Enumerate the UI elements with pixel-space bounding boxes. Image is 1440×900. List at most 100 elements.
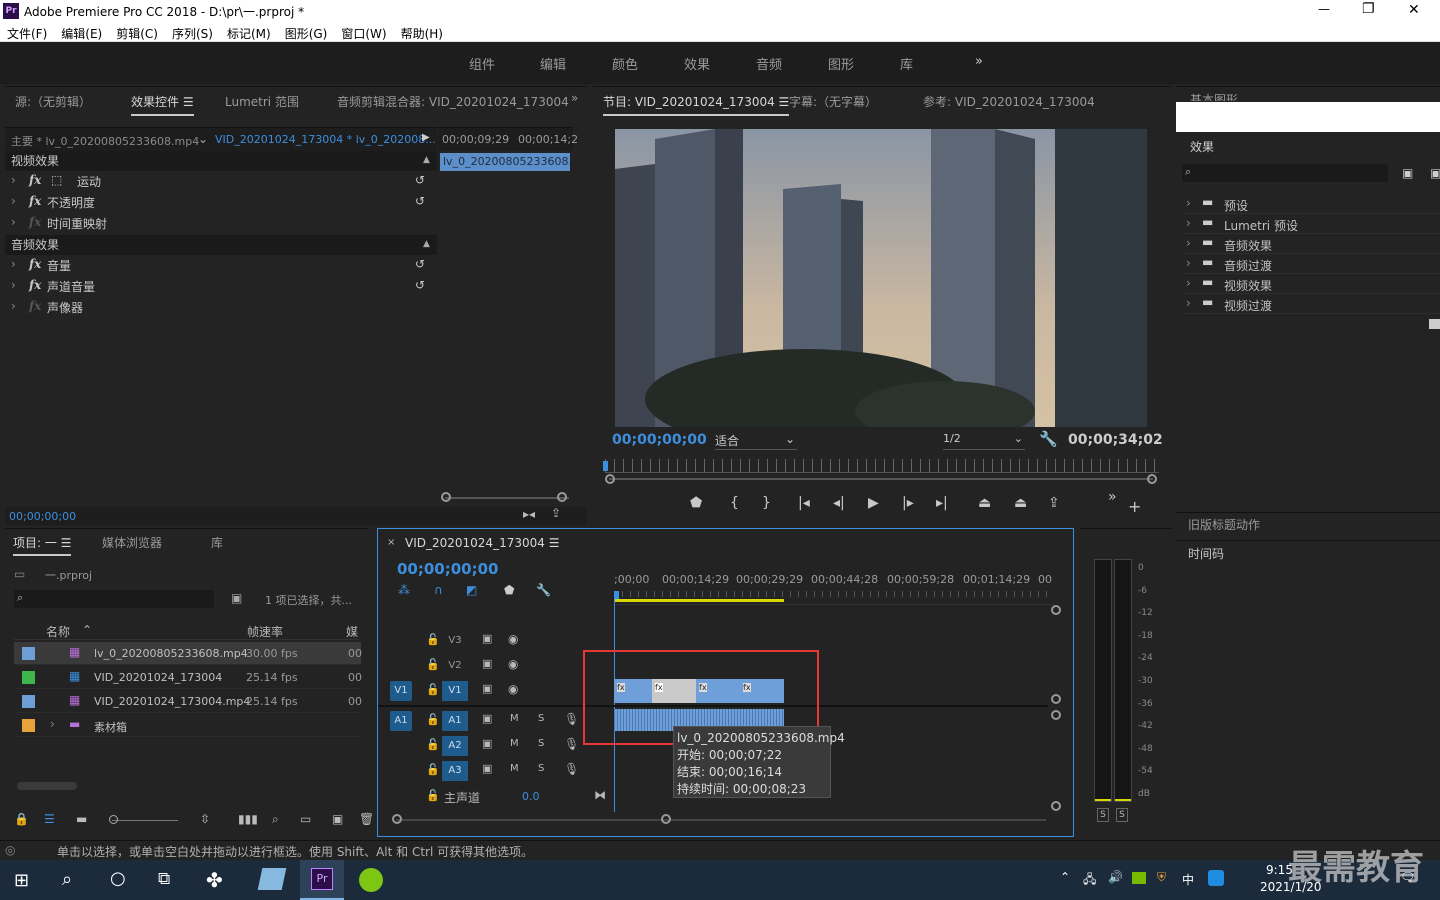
vertical-scroll-handle[interactable] bbox=[1051, 694, 1061, 704]
add-marker-icon[interactable]: ⬟ bbox=[690, 495, 702, 511]
sync-lock-icon[interactable]: ▣ bbox=[482, 712, 492, 725]
source-patch-a1[interactable]: A1 bbox=[390, 711, 412, 731]
eye-icon[interactable]: ◉ bbox=[508, 632, 518, 646]
icon-view-icon[interactable]: ▬ bbox=[76, 812, 87, 826]
collapse-icon[interactable]: ▲ bbox=[423, 239, 430, 249]
effect-volume[interactable]: › fx 音量 ↺ bbox=[5, 257, 437, 278]
find-icon[interactable]: ⌕ bbox=[272, 812, 279, 827]
sync-lock-icon[interactable]: ▣ bbox=[482, 657, 492, 670]
project-row[interactable]: ▦ VID_20201024_173004.mp4 25.14 fps 00 bbox=[14, 690, 362, 713]
qq-icon[interactable] bbox=[1208, 870, 1224, 886]
expand-icon[interactable]: › bbox=[50, 717, 55, 731]
zoom-bar[interactable] bbox=[609, 478, 1153, 480]
lock-icon[interactable]: 🔓 bbox=[426, 713, 440, 726]
ime-indicator[interactable]: 中 bbox=[1182, 871, 1194, 888]
tab-reference[interactable]: 参考: VID_20201024_173004 bbox=[923, 93, 1095, 110]
add-marker-icon[interactable]: ⬟ bbox=[504, 583, 514, 597]
fx-icon[interactable]: fx bbox=[29, 278, 41, 292]
mute-button[interactable]: M bbox=[510, 763, 519, 774]
effects-folder-5[interactable]: › ▬ 视频过渡 bbox=[1182, 294, 1440, 314]
maximize-button[interactable]: ❐ bbox=[1362, 1, 1375, 17]
reset-icon[interactable]: ↺ bbox=[415, 194, 425, 208]
lock-icon[interactable]: 🔓 bbox=[426, 763, 440, 776]
mark-out-icon[interactable]: } bbox=[762, 495, 771, 511]
project-row[interactable]: › ▬ 素材箱 bbox=[14, 714, 361, 737]
effects-search-input[interactable]: ⌕ bbox=[1182, 164, 1388, 182]
menu-file[interactable]: 文件(F) bbox=[7, 25, 47, 42]
effect-motion[interactable]: › fx ⬚ 运动 ↺ bbox=[5, 173, 437, 194]
lock-icon[interactable]: 🔓 bbox=[426, 789, 440, 802]
timeline-timecode[interactable]: 00;00;00;00 bbox=[397, 560, 499, 578]
network-icon[interactable]: 🖧 bbox=[1083, 870, 1096, 891]
zoom-slider[interactable] bbox=[112, 820, 178, 821]
add-button-icon[interactable]: + bbox=[1128, 497, 1141, 516]
reset-icon[interactable]: ↺ bbox=[415, 278, 425, 292]
extract-icon[interactable]: ⏏ bbox=[1014, 495, 1027, 511]
label-color-swatch[interactable] bbox=[22, 695, 35, 708]
new-item-icon[interactable]: ▣ bbox=[332, 812, 343, 826]
export-frame-icon[interactable]: ⇪ bbox=[1048, 495, 1060, 511]
scrollbar-icon[interactable] bbox=[1429, 319, 1440, 329]
tab-effect-controls[interactable]: 效果控件 ☰ bbox=[131, 93, 194, 116]
scroll-handle[interactable] bbox=[661, 814, 671, 824]
volume-icon[interactable]: 🔊 bbox=[1108, 870, 1123, 884]
wrench-icon[interactable]: 🔧 bbox=[1039, 430, 1058, 448]
effect-opacity[interactable]: › fx 不透明度 ↺ bbox=[5, 194, 437, 215]
workspace-assembly[interactable]: 组件 bbox=[469, 54, 495, 73]
horizontal-scrollbar[interactable] bbox=[17, 782, 77, 790]
bin-icon[interactable]: ▣ bbox=[231, 591, 242, 605]
cortana-icon[interactable]: ○ bbox=[110, 868, 126, 889]
solo-button[interactable]: S bbox=[538, 738, 544, 749]
voiceover-mic-icon[interactable]: 🎙 bbox=[564, 762, 579, 776]
app-pinwheel-icon[interactable]: ✤ bbox=[206, 868, 223, 892]
project-row[interactable]: ▦ lv_0_20200805233608.mp4 30.00 fps 00 bbox=[14, 642, 362, 665]
sync-lock-icon[interactable]: ▣ bbox=[482, 632, 492, 645]
trash-icon[interactable]: 🗑 bbox=[359, 812, 374, 826]
linked-selection-icon[interactable]: ◩ bbox=[466, 583, 477, 597]
effects-folder-3[interactable]: › ▬ 音频过渡 bbox=[1182, 254, 1440, 274]
list-view-icon[interactable]: ☰ bbox=[44, 812, 55, 826]
scroll-handle[interactable] bbox=[605, 474, 615, 484]
track-target[interactable]: A3 bbox=[442, 761, 468, 781]
timeline-ruler[interactable]: ;00;00 00;00;14;29 00;00;29;29 00;00;44;… bbox=[614, 569, 1054, 605]
essential-graphics-tab[interactable]: 基本图形 bbox=[1190, 91, 1238, 101]
timecode-tab[interactable]: 时间码 bbox=[1188, 545, 1224, 562]
effect-controls-timecode[interactable]: 00;00;00;00 bbox=[5, 507, 587, 525]
source-patch-v1[interactable]: V1 bbox=[390, 681, 412, 701]
sync-lock-icon[interactable]: ▣ bbox=[482, 682, 492, 695]
wrench-icon[interactable]: 🔧 bbox=[536, 583, 551, 597]
panel-overflow-icon[interactable]: » bbox=[571, 91, 578, 105]
work-area-bar[interactable] bbox=[614, 599, 784, 602]
column-name[interactable]: 名称 bbox=[46, 623, 70, 640]
effects-folder-0[interactable]: › ▬ 预设 bbox=[1182, 194, 1440, 214]
menu-graphics[interactable]: 图形(G) bbox=[285, 25, 328, 42]
effect-channel-volume[interactable]: › fx 声道音量 ↺ bbox=[5, 278, 437, 299]
master-volume-value[interactable]: 0.0 bbox=[522, 790, 540, 803]
new-bin-icon[interactable]: ▭ bbox=[300, 812, 311, 826]
effect-panner[interactable]: › fx 声像器 bbox=[5, 299, 437, 320]
lift-icon[interactable]: ⏏ bbox=[978, 495, 991, 511]
tab-sequence[interactable]: VID_20201024_173004 ☰ bbox=[405, 536, 559, 550]
notification-icon[interactable]: 🗨 bbox=[1400, 870, 1415, 884]
effects-folder-4[interactable]: › ▬ 视频效果 bbox=[1182, 274, 1440, 294]
task-view-icon[interactable]: ⧉ bbox=[158, 869, 170, 889]
fx-icon[interactable]: fx bbox=[29, 257, 41, 271]
tab-libraries[interactable]: 库 bbox=[211, 534, 223, 551]
program-ruler[interactable] bbox=[605, 459, 1159, 473]
eye-icon[interactable]: ◉ bbox=[508, 682, 518, 696]
play-only-icon[interactable]: ▶ bbox=[422, 132, 430, 143]
workspace-graphics[interactable]: 图形 bbox=[828, 54, 854, 73]
lock-icon[interactable]: 🔓 bbox=[426, 633, 440, 646]
go-to-out-icon[interactable]: ▸| bbox=[936, 495, 948, 511]
track-target[interactable]: A2 bbox=[442, 736, 468, 756]
workspace-libraries[interactable]: 库 bbox=[900, 54, 913, 73]
video-frame[interactable] bbox=[615, 129, 1147, 427]
lock-icon[interactable]: 🔓 bbox=[426, 658, 440, 671]
lock-icon[interactable]: 🔒 bbox=[14, 812, 29, 826]
workspace-effects[interactable]: 效果 bbox=[684, 54, 710, 73]
vertical-scroll-handle[interactable] bbox=[1051, 801, 1061, 811]
dropdown-arrow-icon[interactable]: ⌄ bbox=[198, 132, 208, 146]
tab-media-browser[interactable]: 媒体浏览器 bbox=[102, 534, 162, 551]
voiceover-mic-icon[interactable]: 🎙 bbox=[564, 737, 579, 751]
eye-icon[interactable]: ◉ bbox=[508, 657, 518, 671]
